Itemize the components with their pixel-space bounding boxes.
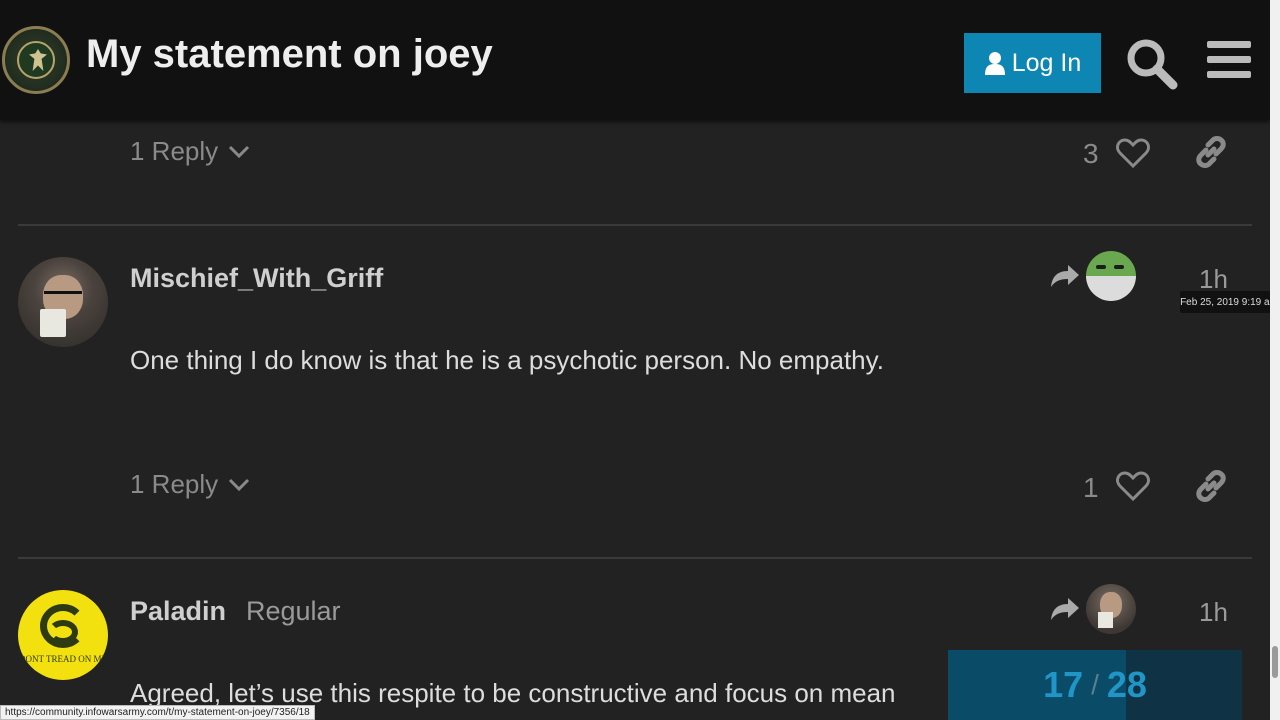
search-icon[interactable] xyxy=(1124,36,1178,90)
like-count[interactable]: 1 xyxy=(1083,472,1099,504)
reply-count-label: 1 Reply xyxy=(130,136,219,166)
status-bar-url: https://community.infowarsarmy.com/t/my-… xyxy=(0,705,315,720)
user-avatar[interactable]: DONT TREAD ON ME xyxy=(18,590,108,680)
reply-to-arrow-icon[interactable] xyxy=(1050,596,1080,622)
user-icon xyxy=(984,52,1005,75)
link-icon[interactable] xyxy=(1194,135,1228,169)
user-avatar[interactable] xyxy=(18,257,108,347)
infowars-army-logo[interactable] xyxy=(2,26,70,94)
reply-to-avatar[interactable] xyxy=(1086,584,1136,634)
post-replies-toggle[interactable]: 1 Reply xyxy=(130,136,250,167)
post-replies-toggle[interactable]: 1 Reply xyxy=(130,469,250,500)
eagle-icon xyxy=(29,49,47,71)
reply-to-arrow-icon[interactable] xyxy=(1050,263,1080,289)
user-title: Regular xyxy=(246,596,341,626)
heart-icon[interactable] xyxy=(1116,137,1150,169)
progress-separator: / xyxy=(1091,669,1099,700)
reply-to-avatar[interactable] xyxy=(1086,251,1136,301)
post-date[interactable]: 1h xyxy=(1199,597,1228,628)
progress-total: 28 xyxy=(1106,664,1147,705)
like-count[interactable]: 3 xyxy=(1083,138,1099,170)
progress-current: 17 xyxy=(1043,664,1084,705)
post-body: One thing I do know is that he is a psyc… xyxy=(130,345,884,375)
heart-icon[interactable] xyxy=(1116,470,1150,502)
topic-title[interactable]: My statement on joey xyxy=(86,32,493,77)
page-scrollbar[interactable] xyxy=(1270,0,1280,720)
username[interactable]: Mischief_With_Griff xyxy=(130,263,383,294)
login-button-label: Log In xyxy=(1011,48,1082,77)
date-tooltip: Feb 25, 2019 9:19 am xyxy=(1180,291,1278,313)
hamburger-menu-icon[interactable] xyxy=(1207,41,1255,85)
chevron-down-icon xyxy=(229,145,250,158)
progress-label: 17 / 28 xyxy=(948,650,1242,720)
reply-count-label: 1 Reply xyxy=(130,469,219,499)
avatar-motto: DONT TREAD ON ME xyxy=(19,654,107,664)
chevron-down-icon xyxy=(229,478,250,491)
topic-progress[interactable]: 17 / 28 xyxy=(948,650,1242,720)
site-header: My statement on joey Log In xyxy=(0,0,1270,120)
login-button[interactable]: Log In xyxy=(964,33,1101,93)
post-divider xyxy=(18,224,1252,226)
link-icon[interactable] xyxy=(1194,469,1228,503)
post-divider xyxy=(18,557,1252,559)
logo-seal xyxy=(17,41,55,79)
scrollbar-thumb[interactable] xyxy=(1272,646,1278,678)
username[interactable]: Paladin xyxy=(130,596,226,627)
